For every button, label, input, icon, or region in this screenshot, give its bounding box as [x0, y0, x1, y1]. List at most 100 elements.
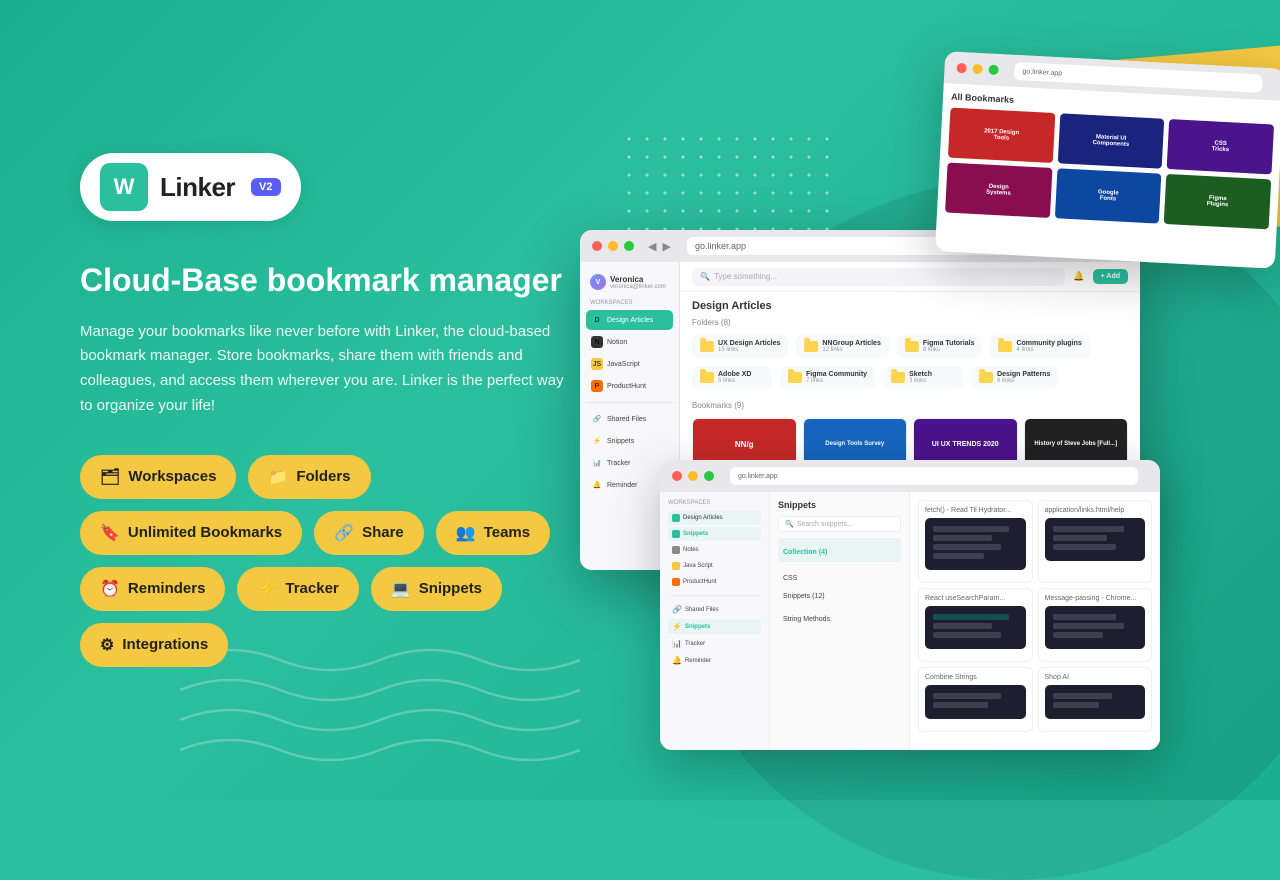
code-line-17 — [1053, 702, 1099, 708]
bm-card-6: FigmaPlugins — [1164, 174, 1271, 229]
tracker-sec[interactable]: 📊 Tracker — [668, 636, 761, 651]
app-name: Linker — [160, 172, 235, 203]
bm-card-2: Material UIComponents — [1057, 113, 1164, 168]
snippets-left-sidebar: WORKSPACES Design Articles Snippets Note… — [660, 492, 770, 750]
folder-figma[interactable]: Figma Tutorials 8 links — [897, 335, 983, 358]
add-button[interactable]: + Add — [1093, 269, 1128, 284]
shared-label-sec: Shared Files — [685, 607, 719, 613]
snip-string-label: String Methods — [783, 616, 830, 623]
sidebar-snippets-sec[interactable]: Snippets — [668, 527, 761, 541]
snip-css[interactable]: CSS — [778, 564, 901, 588]
maximize-dot-sec — [704, 471, 714, 481]
folder-nn[interactable]: NNGroup Articles 12 links — [796, 335, 888, 358]
code-card-3-title: React useSearchParam... — [925, 595, 1026, 602]
code-line-3 — [933, 544, 1001, 550]
folder-patterns-info: Design Patterns 6 links — [997, 371, 1050, 384]
snippets-label: Snippets — [419, 580, 482, 597]
sidebar-ph-sec[interactable]: ProductHunt — [668, 575, 761, 589]
pill-reminders[interactable]: ⏰ Reminders — [80, 567, 225, 611]
integrations-label: Integrations — [122, 636, 208, 653]
snippets-icon: 💻 — [391, 579, 411, 599]
snippets-search[interactable]: 🔍 Search snippets... — [778, 516, 901, 532]
code-block-2 — [1045, 518, 1146, 561]
sidebar-design-sec[interactable]: Design Articles — [668, 511, 761, 525]
snip-css-label: CSS — [783, 575, 797, 582]
pill-teams[interactable]: 👥 Teams — [436, 511, 550, 555]
code-line-13 — [1053, 632, 1104, 638]
pill-folders[interactable]: 📁 Folders — [248, 455, 370, 499]
code-block-3 — [925, 606, 1026, 649]
folder-adobe[interactable]: Adobe XD 5 links — [692, 366, 772, 389]
maximize-dot — [988, 65, 999, 76]
browser-secondary-mockup: go.linker.app WORKSPACES Design Articles… — [660, 460, 1160, 750]
shared-icon-sec: 🔗 — [672, 605, 682, 614]
hero-content: W Linker V2 Cloud-Base bookmark manager … — [0, 0, 640, 800]
folder-community[interactable]: Community plugins 4 links — [990, 335, 1089, 358]
code-line-7 — [1053, 544, 1116, 550]
ph-label-sec: ProductHunt — [683, 579, 716, 585]
version-badge: V2 — [251, 178, 280, 196]
bookmarks-count-label: Bookmarks (9) — [680, 397, 1140, 414]
folder-ux-info: UX Design Articles 15 links — [718, 340, 780, 353]
sidebar-notes-sec[interactable]: Notes — [668, 543, 761, 557]
folder-icon-figma-c — [788, 372, 802, 383]
tracker-label: Tracker — [285, 580, 338, 597]
share-icon: 🔗 — [334, 523, 354, 543]
code-line-10 — [933, 632, 1001, 638]
tracker-icon-sec: 📊 — [672, 639, 682, 648]
search-bar[interactable]: 🔍 Type something... — [692, 268, 1065, 286]
folder-icon-community — [998, 341, 1012, 352]
reminder-sec[interactable]: 🔔 Reminder — [668, 653, 761, 668]
code-card-6-title: Shop AI — [1045, 674, 1146, 681]
folder-icon-nn — [804, 341, 818, 352]
snip-string[interactable]: String Methods — [778, 605, 901, 629]
teams-icon: 👥 — [456, 523, 476, 543]
pill-share[interactable]: 🔗 Share — [314, 511, 424, 555]
folder-figma-community[interactable]: Figma Community 7 links — [780, 366, 875, 389]
code-line-16 — [1053, 693, 1112, 699]
folder-sketch[interactable]: Sketch 3 links — [883, 366, 963, 389]
ph-dot-sec — [672, 578, 680, 586]
workspace-label-sec: WORKSPACES — [668, 500, 761, 506]
code-line-9 — [933, 623, 992, 629]
integrations-icon: ⚙ — [100, 635, 114, 655]
code-grid: fetch() - Read Til Hydrator... applicati… — [918, 500, 1152, 662]
code-block-1 — [925, 518, 1026, 570]
divider-sec — [668, 595, 761, 596]
description: Manage your bookmarks like never before … — [80, 320, 570, 419]
mockups-area: go.linker.app All Bookmarks 2017 DesignT… — [580, 0, 1280, 800]
pill-tracker[interactable]: ⚡ Tracker — [237, 567, 358, 611]
minimize-dot-sec — [688, 471, 698, 481]
teams-label: Teams — [484, 524, 530, 541]
snippets-center: Snippets 🔍 Search snippets... Collection… — [770, 492, 910, 750]
pill-workspaces[interactable]: 🗂 Workspaces — [80, 455, 236, 499]
workspaces-label: Workspaces — [128, 468, 216, 485]
shared-files-sec[interactable]: 🔗 Shared Files — [668, 602, 761, 617]
code-area: fetch() - Read Til Hydrator... applicati… — [910, 492, 1160, 750]
snip-snippets[interactable]: Snippets (12) — [778, 590, 901, 603]
code-card-4: Message-passing - Chrome... — [1038, 588, 1153, 662]
app-header: 🔍 Type something... 🔔 + Add — [680, 262, 1140, 292]
folder-icon-ux — [700, 341, 714, 352]
code-card-5: Combine Strings — [918, 667, 1033, 732]
js-label-sec: Java Script — [683, 563, 713, 569]
sidebar-js-sec[interactable]: Java Script — [668, 559, 761, 573]
code-card-6: Shop AI — [1038, 667, 1153, 732]
folder-patterns[interactable]: Design Patterns 6 links — [971, 366, 1058, 389]
tracker-label-sec: Tracker — [685, 641, 705, 647]
search-text-snip: Search snippets... — [797, 521, 853, 528]
reminders-label: Reminders — [128, 580, 206, 597]
folder-ux[interactable]: UX Design Articles 15 links — [692, 335, 788, 358]
folder-sketch-info: Sketch 3 links — [909, 371, 932, 384]
code-line-11 — [1053, 614, 1116, 620]
snippets-nav-sec[interactable]: ⚡ Snippets — [668, 619, 761, 634]
folders-label: Folders — [296, 468, 350, 485]
code-line-2 — [933, 535, 992, 541]
snip-collection[interactable]: Collection (4) — [778, 538, 901, 562]
tracker-icon: ⚡ — [257, 579, 277, 599]
pill-snippets[interactable]: 💻 Snippets — [371, 567, 502, 611]
js-dot-sec — [672, 562, 680, 570]
pill-bookmarks[interactable]: 🔖 Unlimited Bookmarks — [80, 511, 302, 555]
pill-integrations[interactable]: ⚙ Integrations — [80, 623, 228, 667]
code-block-6 — [1045, 685, 1146, 719]
